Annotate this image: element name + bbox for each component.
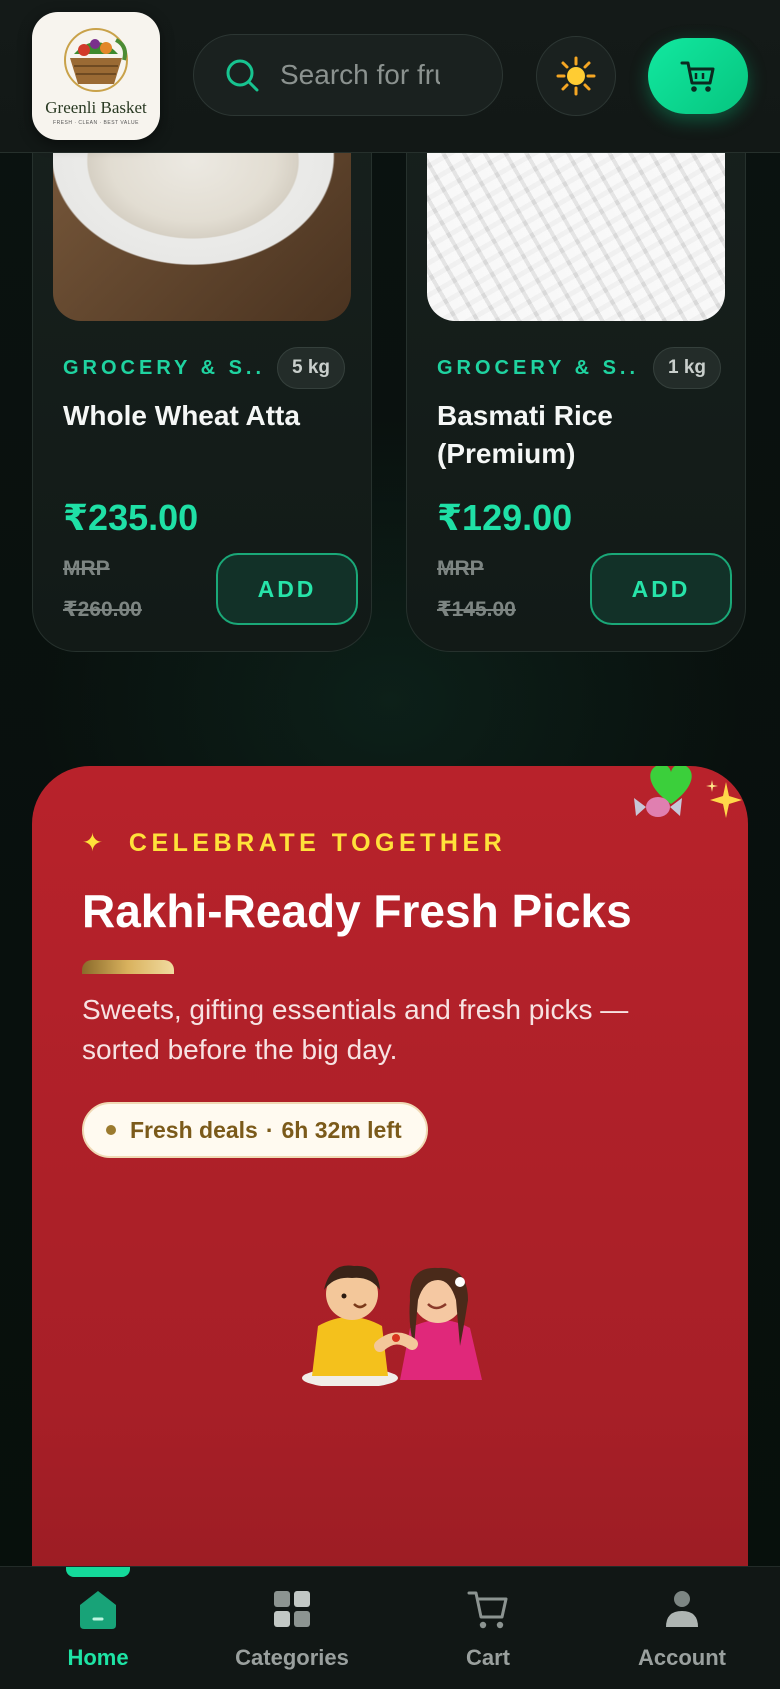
basket-icon <box>64 28 128 92</box>
deal-separator: · <box>265 1116 274 1143</box>
nav-home[interactable]: Home <box>18 1587 178 1671</box>
product-price: ₹235.00 <box>63 497 199 538</box>
mrp-value: ₹260.00 <box>63 598 142 621</box>
user-icon <box>666 1591 698 1627</box>
promo-title: Rakhi-Ready Fresh Picks <box>82 885 632 937</box>
sparkles-icon <box>706 780 742 818</box>
brand-name: Greenli Basket <box>45 98 147 117</box>
candy-icon <box>634 797 682 817</box>
product-category: GROCERY & S... <box>63 357 263 379</box>
product-card[interactable]: GROCERY & S... 1 kg Basmati Rice (Premiu… <box>406 100 746 652</box>
product-name[interactable]: Whole Wheat Atta <box>63 397 353 435</box>
product-category: GROCERY & S... <box>437 357 637 379</box>
promo-banner[interactable]: ✦ CELEBRATE TOGETHER Rakhi-Ready Fresh P… <box>32 766 748 1688</box>
mrp-value: ₹145.00 <box>437 598 516 621</box>
nav-categories[interactable]: Categories <box>212 1587 372 1671</box>
product-name[interactable]: Basmati Rice (Premium) <box>437 397 727 473</box>
nav-label-cart: Cart <box>465 1645 510 1670</box>
nav-cart[interactable]: Cart <box>408 1587 568 1671</box>
search-input[interactable] <box>280 59 440 91</box>
grid-icon <box>274 1591 310 1627</box>
deal-timer-badge[interactable]: Fresh deals · 6h 32m left <box>82 1102 428 1158</box>
mrp-label: MRP <box>63 557 110 580</box>
nav-account[interactable]: Account <box>602 1587 762 1671</box>
home-icon <box>80 1591 116 1629</box>
product-card[interactable]: GROCERY & S... 5 kg Whole Wheat Atta ₹23… <box>32 100 372 652</box>
add-to-cart-button[interactable]: ADD <box>590 553 732 625</box>
bottom-navigation: Home Categories Cart Account <box>0 1566 780 1689</box>
deal-label: Fresh deals <box>130 1116 258 1143</box>
sparkle-icon: ✦ <box>82 829 108 857</box>
promo-description: Sweets, gifting essentials and fresh pic… <box>82 994 629 1065</box>
mrp-label: MRP <box>437 557 484 580</box>
promo-kicker-text: CELEBRATE TOGETHER <box>128 829 507 857</box>
sun-icon <box>556 56 596 96</box>
cart-icon <box>467 1591 508 1629</box>
promo-accent-bar <box>82 960 174 974</box>
status-dot <box>106 1125 116 1135</box>
promo-kicker: ✦ CELEBRATE TOGETHER <box>82 828 506 858</box>
app-header: Greenli Basket FRESH · CLEAN · BEST VALU… <box>0 0 780 153</box>
quantity-badge: 1 kg <box>653 347 722 389</box>
quantity-badge: 5 kg <box>277 347 346 389</box>
product-price: ₹129.00 <box>437 497 573 538</box>
nav-label-account: Account <box>638 1645 726 1670</box>
active-tab-indicator <box>66 1567 130 1577</box>
search-bar[interactable] <box>193 34 503 116</box>
deal-time-left: 6h 32m left <box>281 1116 402 1143</box>
rakhi-siblings-illustration <box>302 1265 482 1386</box>
nav-label-categories: Categories <box>235 1645 349 1670</box>
search-icon <box>226 59 259 92</box>
brand-tagline: FRESH · CLEAN · BEST VALUE <box>53 120 139 126</box>
nav-label-home: Home <box>67 1645 129 1670</box>
add-to-cart-button[interactable]: ADD <box>216 553 358 625</box>
brand-logo[interactable]: Greenli Basket FRESH · CLEAN · BEST VALU… <box>32 12 160 140</box>
theme-toggle-button[interactable] <box>536 36 616 116</box>
header-cart-button[interactable] <box>648 38 748 114</box>
cart-icon <box>680 61 715 92</box>
